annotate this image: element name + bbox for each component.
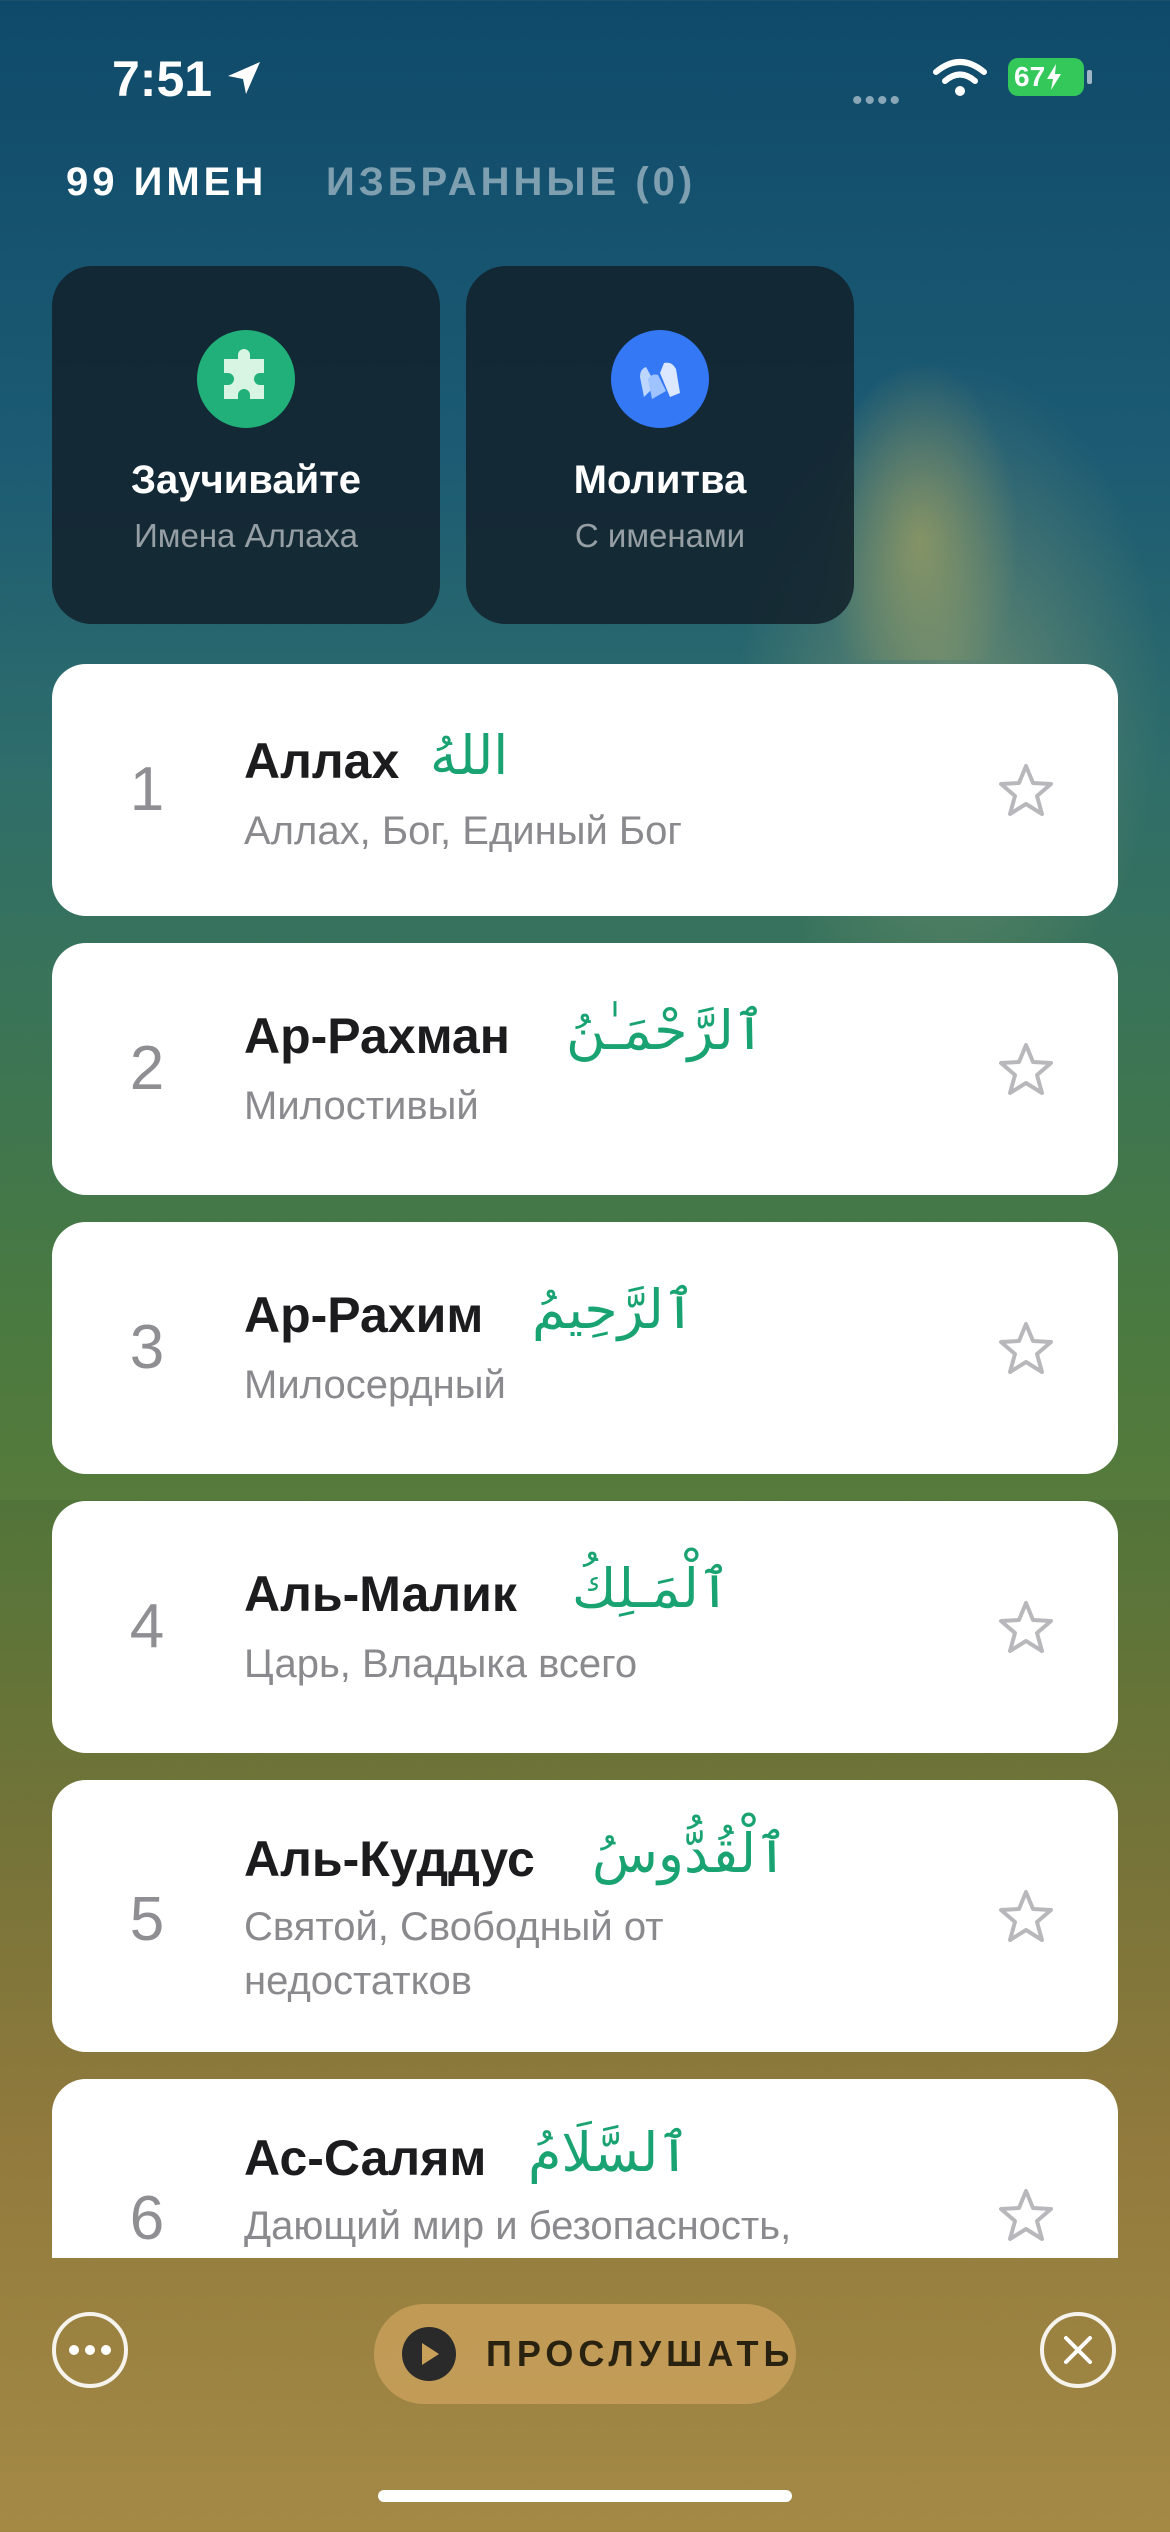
favorite-star-icon[interactable] (996, 1599, 1056, 1657)
tab-favorites[interactable]: ИЗБРАННЫЕ (0) (326, 160, 696, 205)
play-icon (402, 2327, 456, 2381)
name-arabic: اللهُ (430, 724, 509, 787)
battery-level: 67 (1014, 61, 1046, 92)
charging-bolt-icon (1047, 64, 1062, 90)
puzzle-icon (197, 330, 295, 428)
home-indicator (378, 2490, 792, 2502)
name-number: 2 (129, 1034, 165, 1103)
name-meaning: Милосердный (244, 1363, 506, 1407)
ellipsis-icon (69, 2345, 111, 2355)
more-button[interactable] (52, 2312, 128, 2388)
favorite-star-icon[interactable] (996, 1041, 1056, 1099)
tile-title: Молитва (573, 458, 747, 502)
name-arabic: ٱلرَّحِيمُ (532, 1278, 696, 1341)
status-time: 7:51 (112, 51, 213, 107)
favorite-star-icon[interactable] (996, 762, 1056, 820)
name-title: Аль-Малик (244, 1566, 517, 1622)
location-arrow-icon (228, 62, 260, 94)
praying-hands-icon (611, 330, 709, 428)
name-card[interactable]: 5 Аль-Куддус ٱلْقُدُّوسُ Святой, Свободн… (52, 1780, 1118, 2052)
name-arabic: ٱلرَّحْمَـٰنُ (566, 999, 766, 1062)
tile-subtitle: С именами (574, 517, 746, 554)
favorite-star-icon[interactable] (996, 1320, 1056, 1378)
name-title: Аль-Куддус (244, 1831, 535, 1887)
name-meaning: Дающий мир и безопасность, (244, 2204, 792, 2248)
name-title: Ас-Салям (244, 2130, 487, 2186)
close-icon (1064, 2336, 1092, 2364)
learn-tile[interactable]: Заучивайте Имена Аллаха (52, 266, 440, 624)
name-number: 6 (129, 2184, 165, 2253)
tile-subtitle: Имена Аллаха (134, 517, 358, 554)
battery-indicator: 67 (1008, 58, 1084, 96)
name-number: 4 (129, 1592, 165, 1661)
tile-title: Заучивайте (130, 458, 362, 502)
name-card[interactable]: 1 Аллах اللهُ Аллах, Бог, Единый Бог (52, 664, 1118, 916)
name-card[interactable]: 6 Ас-Салям ٱلسَّلَامُ Дающий мир и безоп… (52, 2079, 1118, 2258)
name-number: 1 (129, 755, 165, 824)
cellular-signal-icon: •••• (852, 84, 903, 117)
battery-cap (1087, 70, 1092, 84)
listen-button[interactable]: ПРОСЛУШАТЬ (374, 2304, 796, 2404)
name-card[interactable]: 2 Ар-Рахман ٱلرَّحْمَـٰنُ Милостивый (52, 943, 1118, 1195)
name-arabic: ٱلْمَـلِكُ (572, 1557, 731, 1620)
name-meaning: Святой, Свободный от недостатков (244, 1905, 664, 2003)
names-list[interactable]: 1 Аллах اللهُ Аллах, Бог, Единый Бог 2 А… (52, 664, 1118, 2258)
name-arabic: ٱلسَّلَامُ (528, 2121, 690, 2184)
name-meaning: Царь, Владыка всего (244, 1642, 638, 1686)
name-meaning: Аллах, Бог, Единый Бог (244, 809, 683, 853)
name-title: Ар-Рахим (244, 1287, 484, 1343)
name-title: Аллах (244, 733, 400, 789)
name-number: 3 (129, 1313, 165, 1382)
prayer-tile[interactable]: Молитва С именами (466, 266, 854, 624)
name-arabic: ٱلْقُدُّوسُ (592, 1822, 788, 1885)
name-card[interactable]: 3 Ар-Рахим ٱلرَّحِيمُ Милосердный (52, 1222, 1118, 1474)
tab-99-names[interactable]: 99 ИМЕН (66, 160, 267, 205)
wifi-icon (933, 59, 987, 96)
close-button[interactable] (1040, 2312, 1116, 2388)
name-card[interactable]: 4 Аль-Малик ٱلْمَـلِكُ Царь, Владыка все… (52, 1501, 1118, 1753)
favorite-star-icon[interactable] (996, 1888, 1056, 1946)
name-number: 5 (129, 1885, 165, 1954)
favorite-star-icon[interactable] (996, 2187, 1056, 2245)
listen-label: ПРОСЛУШАТЬ (486, 2333, 795, 2374)
name-meaning: Милостивый (244, 1084, 479, 1128)
name-title: Ар-Рахман (244, 1008, 510, 1064)
